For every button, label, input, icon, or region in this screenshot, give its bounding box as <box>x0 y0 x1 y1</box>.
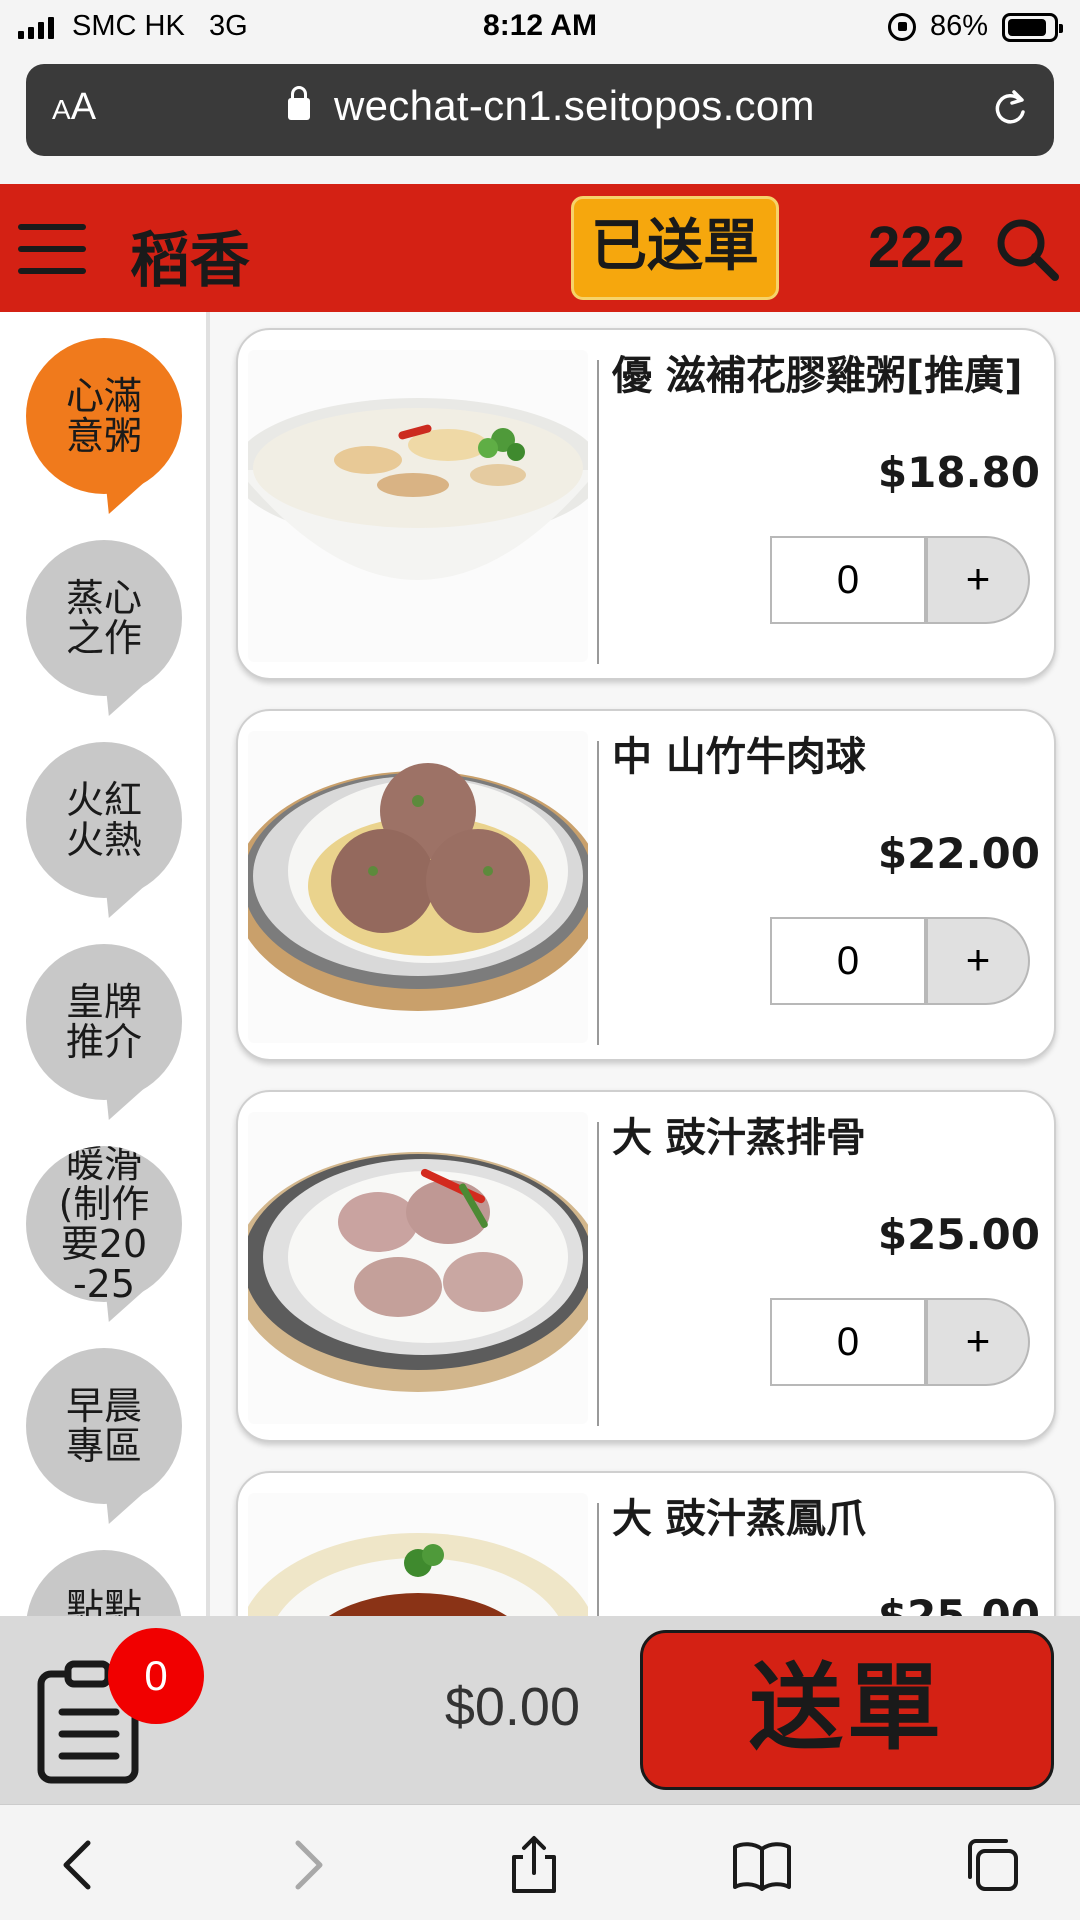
lock-icon <box>288 86 310 120</box>
sent-orders-button[interactable]: 已送單 <box>571 196 779 300</box>
url-text[interactable]: wechat-cn1.seitopos.com <box>334 82 815 130</box>
battery-icon <box>1002 13 1063 42</box>
dish-price: $22.00 <box>877 829 1040 878</box>
chevron-left-icon[interactable] <box>50 1835 110 1895</box>
category-item[interactable]: 心滿意粥 <box>26 338 182 514</box>
card-divider <box>597 1503 599 1616</box>
category-bubble[interactable]: 皇牌推介 <box>26 944 182 1100</box>
dish-name: 優 滋補花膠雞粥[推廣] <box>612 353 1023 399</box>
shop-name: 稻香 <box>130 226 250 296</box>
category-bubble[interactable]: 火紅火熱 <box>26 742 182 898</box>
category-bubble[interactable]: 點點心意 <box>26 1550 182 1616</box>
dish-photo[interactable] <box>248 1493 588 1616</box>
dish-photo[interactable] <box>248 731 588 1043</box>
menu-item-card[interactable]: 優 滋補花膠雞粥[推廣] $18.80 0 + <box>236 328 1056 680</box>
category-bubble[interactable]: 早晨專區 <box>26 1348 182 1504</box>
menu-item-card[interactable]: 中 山竹牛肉球 $22.00 0 + <box>236 709 1056 1061</box>
category-label: 早晨專區 <box>65 1384 142 1468</box>
category-label: 豐味暖滑(制作要20-25分) <box>58 1146 150 1302</box>
increase-quantity-button[interactable]: + <box>926 536 1030 624</box>
card-divider <box>597 1122 599 1426</box>
quantity-field[interactable]: 0 <box>770 1298 926 1386</box>
increase-quantity-button[interactable]: + <box>926 917 1030 1005</box>
text-size-button[interactable]: AA <box>52 86 96 129</box>
tabs-icon[interactable] <box>962 1835 1022 1895</box>
category-label: 皇牌推介 <box>65 980 142 1064</box>
menu-list[interactable]: 優 滋補花膠雞粥[推廣] $18.80 0 + 中 山竹牛肉球 $22.00 0 + 大 豉汁蒸… <box>210 312 1080 1616</box>
quantity-field[interactable]: 0 <box>770 536 926 624</box>
category-label: 點點心意 <box>65 1586 142 1616</box>
category-item[interactable]: 蒸心之作 <box>26 540 182 716</box>
chevron-right-icon[interactable] <box>276 1835 336 1895</box>
submit-order-button[interactable]: 送單 <box>640 1630 1054 1790</box>
category-bubble[interactable]: 豐味暖滑(制作要20-25分) <box>26 1146 182 1302</box>
dish-price: $25.00 <box>877 1210 1040 1259</box>
card-divider <box>597 741 599 1045</box>
address-bar[interactable]: AA wechat-cn1.seitopos.com <box>26 64 1054 156</box>
search-icon[interactable] <box>994 216 1060 282</box>
category-label: 火紅火熱 <box>65 778 142 862</box>
dish-price: $25.00 <box>877 1591 1040 1616</box>
category-label: 心滿意粥 <box>65 374 142 458</box>
browser-address-area: AA wechat-cn1.seitopos.com <box>0 56 1080 184</box>
order-bar: 0 $0.00 送單 <box>0 1616 1080 1804</box>
dish-name: 大 豉汁蒸排骨 <box>612 1115 866 1161</box>
orientation-lock-icon <box>888 13 916 41</box>
increase-quantity-button[interactable]: + <box>926 1298 1030 1386</box>
category-item[interactable]: 皇牌推介 <box>26 944 182 1120</box>
battery-percent: 86% <box>930 10 989 42</box>
dish-photo[interactable] <box>248 1112 588 1424</box>
menu-item-card[interactable]: 大 豉汁蒸鳳爪$25.000+ <box>236 1471 1056 1616</box>
status-time: 8:12 AM <box>483 9 597 42</box>
menu-item-card[interactable]: 大 豉汁蒸排骨 $25.00 0 + <box>236 1090 1056 1442</box>
hamburger-icon[interactable] <box>18 224 86 274</box>
category-label: 蒸心之作 <box>65 576 142 660</box>
dish-name: 大 豉汁蒸鳳爪 <box>612 1496 866 1542</box>
status-bar: SMC HK 3G 8:12 AM 86% <box>0 0 1080 56</box>
category-item[interactable]: 早晨專區 <box>26 1348 182 1524</box>
share-icon[interactable] <box>504 1835 564 1895</box>
reload-icon[interactable] <box>990 88 1030 128</box>
category-item[interactable]: 豐味暖滑(制作要20-25分) <box>26 1146 182 1322</box>
category-bubble[interactable]: 蒸心之作 <box>26 540 182 696</box>
browser-toolbar <box>0 1804 1080 1920</box>
table-number: 222 <box>868 215 965 280</box>
category-sidebar[interactable]: 心滿意粥蒸心之作火紅火熱皇牌推介豐味暖滑(制作要20-25分) 早晨專區點點心意 <box>0 312 206 1616</box>
quantity-field[interactable]: 0 <box>770 917 926 1005</box>
category-item[interactable]: 點點心意 <box>26 1550 182 1616</box>
app-header: 稻香 已送單 222 <box>0 184 1080 312</box>
dish-photo[interactable] <box>248 350 588 662</box>
card-divider <box>597 360 599 664</box>
category-item[interactable]: 火紅火熱 <box>26 742 182 918</box>
dish-price: $18.80 <box>877 448 1040 497</box>
category-bubble[interactable]: 心滿意粥 <box>26 338 182 494</box>
order-total: $0.00 <box>444 1677 580 1737</box>
dish-name: 中 山竹牛肉球 <box>612 734 866 780</box>
book-icon[interactable] <box>732 1835 792 1895</box>
cart-count-badge: 0 <box>108 1628 204 1724</box>
